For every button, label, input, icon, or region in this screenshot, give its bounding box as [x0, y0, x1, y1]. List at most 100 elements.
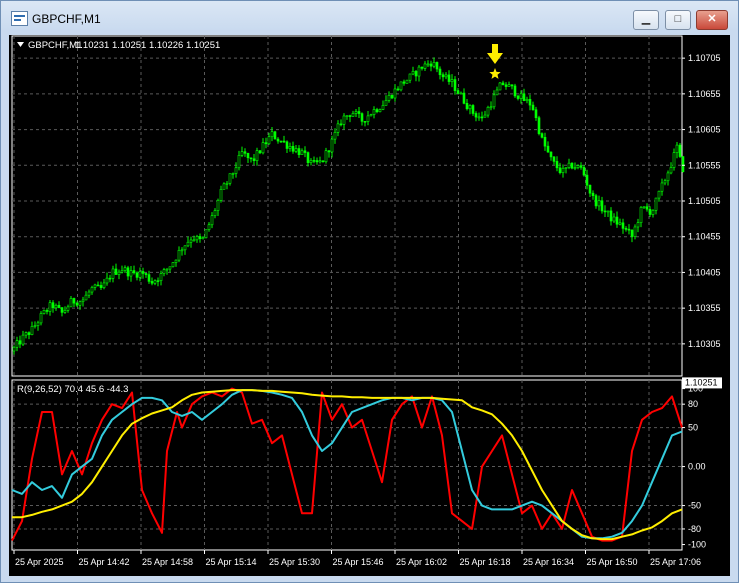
candle-body [630, 229, 634, 237]
indicator-axis: 10080500.00-50-80-100 [682, 384, 706, 550]
candle-body [123, 267, 127, 271]
title-bar[interactable]: GBPCHF,M1 ▁ □ ✕ [1, 1, 738, 35]
candle-body [426, 63, 430, 66]
minimize-button[interactable]: ▁ [633, 10, 659, 30]
candle-body [141, 271, 145, 274]
candle-body [447, 74, 451, 82]
candle-body [345, 115, 349, 117]
indicator-tick-label: 80 [688, 399, 698, 409]
candle-body [501, 82, 505, 86]
candle-body [504, 84, 508, 87]
candle-body [540, 133, 544, 138]
candle-body [621, 222, 625, 229]
candle-body [570, 162, 574, 169]
chart-svg[interactable]: 1.10705 1.10655 1.10605 1.10555 1.10505 1.104… [9, 35, 730, 576]
candle-body [24, 332, 28, 336]
candle-body [435, 62, 439, 70]
candle-body [189, 239, 193, 243]
time-tick-label: 25 Apr 15:14 [206, 557, 257, 567]
candle-body [597, 200, 601, 207]
candle-body [72, 298, 76, 304]
candle-body [243, 151, 247, 154]
candle-body [609, 210, 613, 222]
price-tick-label: 1.10505 [688, 196, 721, 206]
candle-body [279, 140, 283, 143]
indicator-tick-label: 0.00 [688, 462, 706, 472]
candle-body [585, 174, 589, 186]
candle-body [255, 150, 259, 161]
time-tick-label: 25 Apr 17:06 [650, 557, 701, 567]
candle-body [75, 302, 79, 306]
time-tick-label: 25 Apr 16:34 [523, 557, 574, 567]
triangle-down-icon[interactable] [17, 42, 24, 47]
candle-body [666, 172, 670, 182]
candle-body [120, 270, 124, 273]
candle-body [483, 114, 487, 118]
candle-body [657, 190, 661, 199]
candle-body [261, 142, 265, 154]
chart-area[interactable]: 1.10705 1.10655 1.10605 1.10555 1.10505 1.104… [9, 35, 730, 576]
candle-body [510, 84, 514, 87]
price-tick-label: 1.10555 [688, 160, 721, 170]
candle-body [453, 79, 457, 91]
price-tick-label: 1.10705 [688, 53, 721, 63]
candle-body [291, 145, 295, 152]
candle-body [108, 277, 112, 280]
candle-body [138, 271, 142, 278]
candle-body [222, 183, 226, 190]
candle-body [168, 266, 172, 270]
candle-body [360, 113, 364, 122]
candle-body [231, 173, 235, 175]
candle-body [564, 167, 568, 169]
candle-body [678, 144, 682, 157]
candle-body [645, 206, 649, 210]
candle-body [237, 155, 241, 169]
candle-body [372, 109, 376, 115]
candle-body [105, 277, 109, 284]
candle-body [147, 274, 151, 282]
candle-body [144, 273, 148, 275]
candle-body [207, 224, 211, 230]
candle-body [315, 160, 319, 163]
candle-body [465, 103, 469, 110]
candle-body [36, 322, 40, 326]
candle-body [81, 299, 85, 303]
last-price-label: 1.10251 [685, 377, 718, 387]
markers [487, 44, 503, 79]
candle-body [471, 105, 475, 114]
candle-body [294, 148, 298, 152]
candle-body [27, 332, 31, 335]
candle-body [171, 262, 175, 268]
time-axis: 25 Apr 2025 25 Apr 14:42 25 Apr 14:58 25 Ap… [13, 550, 701, 567]
candle-body [324, 150, 328, 163]
candle-body [306, 152, 310, 164]
candle-body [633, 226, 637, 237]
indicator-label: R(9,26,52) 70.4 45.6 -44.3 [17, 384, 128, 395]
candle-body [339, 123, 343, 126]
indicator-lines[interactable] [11, 387, 683, 542]
candle-body [642, 206, 646, 209]
candle-body [273, 131, 277, 140]
candle-body [588, 184, 592, 194]
candle-body [87, 291, 91, 296]
candle-body [408, 73, 412, 81]
candle-body [660, 182, 664, 192]
candle-body [390, 95, 394, 99]
indicator-line-2 [11, 389, 683, 540]
candle-body [387, 95, 391, 101]
candle-body [558, 167, 562, 173]
candles[interactable] [12, 57, 685, 355]
time-tick-label: 25 Apr 16:18 [460, 557, 511, 567]
maximize-button[interactable]: □ [665, 10, 691, 30]
candle-body [363, 121, 367, 123]
candle-body [552, 156, 556, 162]
close-button[interactable]: ✕ [696, 10, 728, 30]
candle-body [234, 167, 238, 174]
candle-body [369, 114, 373, 117]
candle-body [348, 115, 352, 117]
candle-body [531, 104, 535, 111]
candle-body [573, 167, 577, 169]
candle-body [615, 216, 619, 225]
candle-body [246, 152, 250, 159]
indicator-tick-label: 50 [688, 423, 698, 433]
